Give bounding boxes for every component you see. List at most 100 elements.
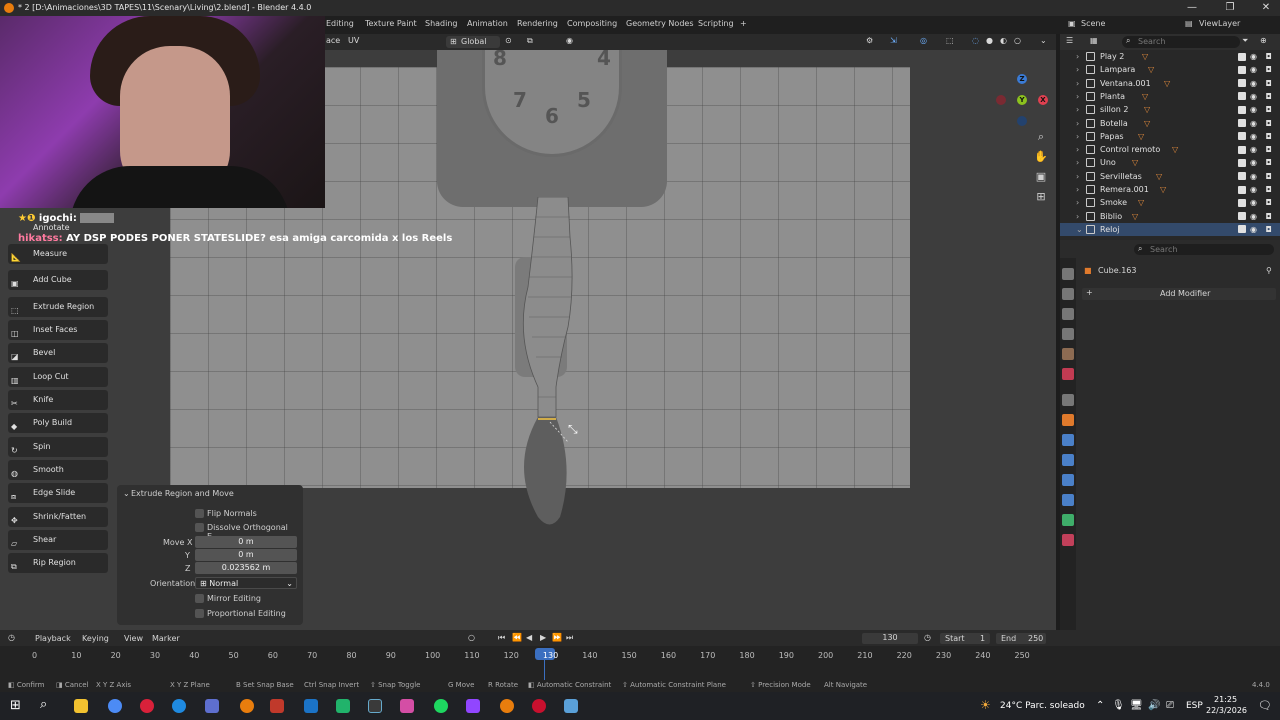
outliner-row[interactable]: › Remera.001 ▽ ◉ ◘ [1060,183,1280,196]
visibility-toggles[interactable]: ◉ ◘ [1238,50,1280,63]
pan-hand-icon[interactable]: ✋ [1034,150,1048,164]
spotify-icon[interactable] [434,699,448,713]
add-modifier-button[interactable]: + Add Modifier [1082,288,1276,300]
move-y-field[interactable]: 0 m [195,549,297,561]
gizmo-neg-x-axis[interactable] [996,95,1006,105]
blender-active-icon[interactable] [500,699,514,713]
outliner-row[interactable]: › Play 2 ▽ ◉ ◘ [1060,50,1280,63]
visibility-toggles[interactable]: ◉ ◘ [1238,223,1280,236]
app-icon[interactable] [270,699,284,713]
play-icon[interactable]: ▶ [540,633,546,642]
expand-arrow-icon[interactable]: › [1076,117,1079,130]
end-frame-field[interactable]: End 250 [996,633,1046,644]
visibility-toggles[interactable]: ◉ ◘ [1238,90,1280,103]
record-icon[interactable]: ○ [468,633,475,642]
physics-tab-icon[interactable] [1062,474,1074,486]
play-reverse-icon[interactable]: ◀ [526,633,532,642]
tab-compositing[interactable]: Compositing [567,19,617,28]
outliner-row[interactable]: › Servilletas ▽ ◉ ◘ [1060,170,1280,183]
proportional-edit-icon[interactable]: ◉ [566,36,573,45]
tool-extrude-region[interactable]: ⬚ Extrude Region [8,297,108,317]
preview-range-icon[interactable]: ◷ [924,633,931,642]
zoom-icon[interactable]: ⌕ [1034,130,1048,144]
next-keyframe-icon[interactable]: ⏩ [552,633,562,642]
tab-texture-paint[interactable]: Texture Paint [365,19,417,28]
tab-shading[interactable]: Shading [425,19,458,28]
visibility-toggles[interactable]: ◉ ◘ [1238,196,1280,209]
visibility-toggles[interactable]: ◉ ◘ [1238,63,1280,76]
outliner-row[interactable]: › Botella ▽ ◉ ◘ [1060,117,1280,130]
prev-keyframe-icon[interactable]: ⏪ [512,633,522,642]
viewport-gizmo-toggle-icon[interactable]: ⚙ [866,36,873,45]
chrome-icon[interactable] [108,699,122,713]
view-layer-icon[interactable]: ▤ [1185,19,1193,28]
tab-geometry-nodes[interactable]: Geometry Nodes [626,19,693,28]
outliner-row[interactable]: › Papas ▽ ◉ ◘ [1060,130,1280,143]
app-icon[interactable] [466,699,480,713]
outliner-row[interactable]: ⌄ Reloj ◉ ◘ [1060,222,1280,236]
tool-loop-cut[interactable]: ▥ Loop Cut [8,367,108,387]
opera-icon[interactable] [140,699,154,713]
operator-collapse-icon[interactable]: ⌄ [123,489,130,498]
particles-tab-icon[interactable] [1062,454,1074,466]
filter-icon[interactable]: ⏷ [1242,36,1248,46]
collection-tab-icon[interactable] [1062,394,1074,406]
tool-measure[interactable]: 📐 Measure [8,244,108,264]
tool-tab-icon[interactable] [1062,268,1074,280]
tool-smooth[interactable]: ◍ Smooth [8,460,108,480]
visibility-toggles[interactable]: ◉ ◘ [1238,117,1280,130]
menu-view[interactable]: View [124,634,143,643]
expand-arrow-icon[interactable]: › [1076,170,1079,183]
object-tab-icon[interactable] [1062,414,1074,426]
tool-shear[interactable]: ▱ Shear [8,530,108,550]
output-tab-icon[interactable] [1062,308,1074,320]
tool-knife[interactable]: ✂ Knife [8,390,108,410]
vegas-icon[interactable] [368,699,382,713]
view-layer-tab-icon[interactable] [1062,328,1074,340]
move-x-field[interactable]: 0 m [195,536,297,548]
editor-type-icon[interactable]: ◷ [8,633,15,642]
tool-inset-faces[interactable]: ◫ Inset Faces [8,320,108,340]
expand-arrow-icon[interactable]: › [1076,210,1079,223]
visibility-toggles[interactable]: ◉ ◘ [1238,170,1280,183]
expand-arrow-icon[interactable]: › [1076,130,1079,143]
camera-view-icon[interactable]: ▣ [1034,170,1048,184]
proportional-editing-checkbox[interactable] [195,609,204,618]
maximize-button[interactable]: ❐ [1212,0,1248,16]
outliner-search-input[interactable]: ⌕ Search [1122,36,1240,48]
network-icon[interactable]: 🖥 [1130,700,1143,711]
pycharm-icon[interactable] [336,699,350,713]
clock-time[interactable]: 21:25 [1214,695,1237,704]
shading-options-icon[interactable]: ⌄ [1040,36,1047,45]
app-icon[interactable] [205,699,219,713]
expand-arrow-icon[interactable]: › [1076,63,1079,76]
battery-icon[interactable]: ⎚ [1166,700,1174,711]
notifications-icon[interactable]: 🗨 [1258,699,1272,712]
outliner-row[interactable]: › Uno ▽ ◉ ◘ [1060,156,1280,169]
scene-name[interactable]: Scene [1081,19,1105,28]
app-icon[interactable] [564,699,578,713]
world-tab-icon[interactable] [1062,368,1074,380]
language-indicator[interactable]: ESP [1186,701,1203,711]
tool-annotate[interactable]: Annotate [8,221,108,235]
visibility-toggles[interactable]: ◉ ◘ [1238,130,1280,143]
constraints-tab-icon[interactable] [1062,494,1074,506]
orientation-dropdown[interactable]: ⊞ Normal ⌄ [195,577,297,589]
jump-start-icon[interactable]: ⏮ [498,633,505,643]
mic-icon[interactable]: 🎙 [1112,700,1125,711]
clock-date[interactable]: 22/3/2026 [1206,706,1247,715]
expand-arrow-icon[interactable]: › [1076,196,1079,209]
menu-playback[interactable]: Playback [35,634,71,643]
outliner-row[interactable]: › Control remoto ▽ ◉ ◘ [1060,143,1280,156]
expand-arrow-icon[interactable]: › [1076,143,1079,156]
scene-tab-icon[interactable] [1062,348,1074,360]
expand-arrow-icon[interactable]: › [1076,50,1079,63]
visibility-toggles[interactable]: ◉ ◘ [1238,103,1280,116]
edge-icon[interactable] [172,699,186,713]
add-workspace-button[interactable]: + [740,19,747,28]
menu-uv[interactable]: UV [348,36,359,45]
editor-type-icon[interactable]: ☰ [1066,36,1073,45]
visibility-toggles[interactable]: ◉ ◘ [1238,183,1280,196]
search-icon[interactable]: ⌕ [40,697,47,712]
outliner-row[interactable]: › Lampara ▽ ◉ ◘ [1060,63,1280,76]
